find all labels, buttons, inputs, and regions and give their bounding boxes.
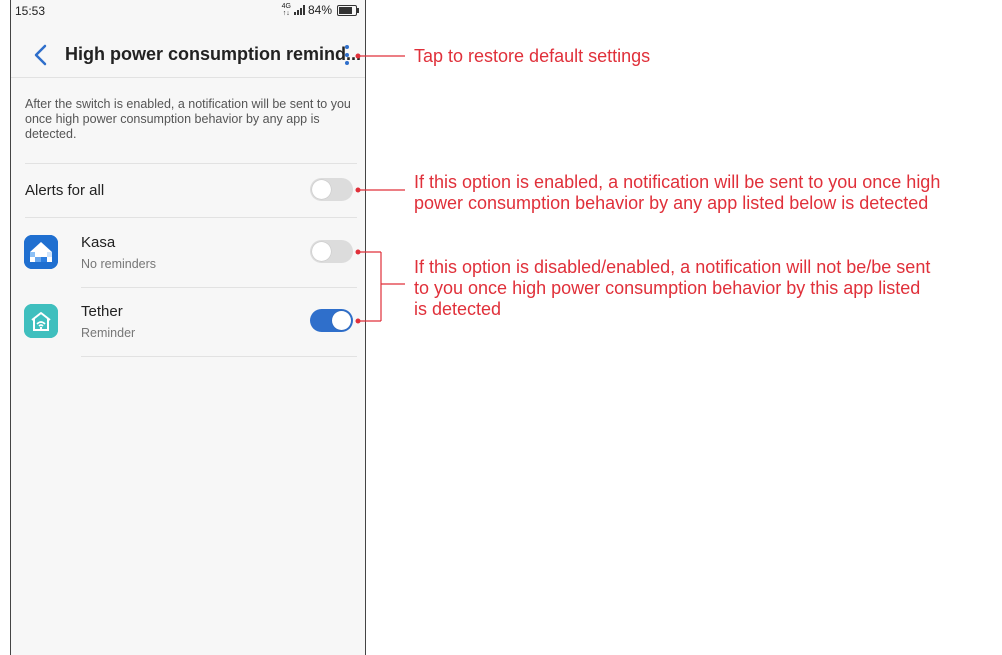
battery-icon: [337, 4, 359, 16]
toggle-knob: [312, 180, 331, 199]
app-header: High power consumption remind...: [11, 34, 365, 76]
tether-router-icon: [24, 304, 58, 338]
chevron-left-icon[interactable]: [29, 40, 53, 70]
more-vertical-icon[interactable]: [341, 42, 353, 68]
status-time: 15:53: [15, 4, 46, 18]
toggle-knob: [332, 311, 351, 330]
phone-screen: 15:53 4G ↑↓ 84% High power consumption r…: [10, 0, 366, 655]
kasa-toggle[interactable]: [310, 240, 353, 263]
divider: [81, 356, 357, 357]
alerts-for-all-toggle[interactable]: [310, 178, 353, 201]
alerts-for-all-label: Alerts for all: [25, 182, 105, 199]
annotation-per-app-line3: is detected: [414, 299, 502, 319]
divider: [81, 287, 357, 288]
tether-toggle[interactable]: [310, 309, 353, 332]
page-title: High power consumption remind...: [65, 44, 362, 64]
header-divider: [11, 77, 365, 78]
screenshot-canvas: 15:53 4G ↑↓ 84% High power consumption r…: [0, 0, 1002, 655]
annotation-per-app-line1: If this option is disabled/enabled, a no…: [414, 257, 931, 277]
divider: [25, 217, 357, 218]
app-name-kasa: Kasa: [81, 234, 116, 251]
status-bar: 15:53 4G ↑↓ 84%: [11, 0, 365, 22]
signal-icon: [293, 5, 305, 15]
app-status-tether: Reminder: [81, 326, 136, 340]
annotation-alerts-all-line1: If this option is enabled, a notificatio…: [414, 172, 941, 192]
battery-percent: 84%: [307, 3, 332, 17]
annotation-menu: Tap to restore default settings: [414, 46, 651, 66]
feature-description: After the switch is enabled, a notificat…: [25, 97, 351, 141]
kasa-house-icon: [24, 235, 58, 269]
divider: [25, 163, 357, 164]
app-status-kasa: No reminders: [81, 257, 157, 271]
status-indicators: 4G ↑↓ 84%: [281, 3, 359, 17]
annotation-per-app-line2: to you once high power consumption behav…: [414, 278, 921, 298]
annotation-alerts-all-line2: power consumption behavior by any app li…: [414, 193, 929, 213]
network-type-icon: 4G ↑↓: [281, 3, 291, 17]
toggle-knob: [312, 242, 331, 261]
app-name-tether: Tether: [81, 303, 123, 320]
